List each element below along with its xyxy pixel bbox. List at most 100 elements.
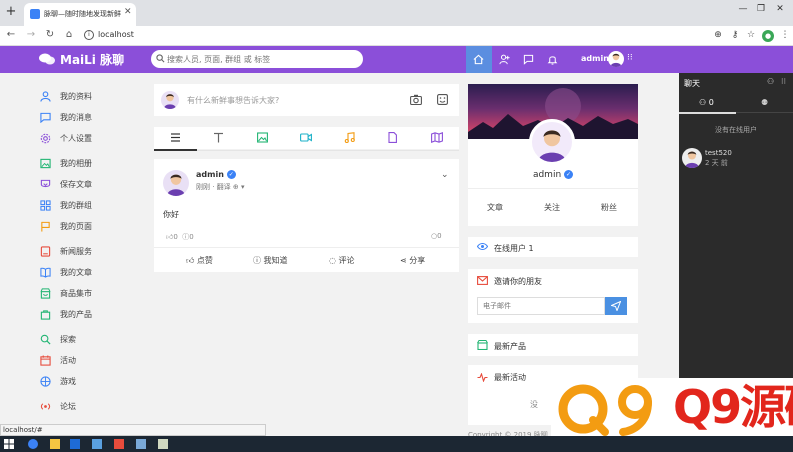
- tab-image[interactable]: [241, 127, 284, 149]
- sidebar-item-games[interactable]: 游戏: [40, 375, 140, 389]
- broadcast-icon: [40, 403, 51, 410]
- windows-start-icon[interactable]: [4, 439, 14, 449]
- chat-user-time: 2 天 前: [705, 159, 728, 167]
- sidebar-item-articles[interactable]: 我的文章: [40, 266, 140, 280]
- location-icon[interactable]: ⊕: [712, 30, 724, 42]
- sidebar-item-news[interactable]: 新闻服务: [40, 245, 140, 259]
- home-icon[interactable]: ⌂: [62, 29, 76, 40]
- menu-icon[interactable]: ⋮: [779, 30, 791, 42]
- extension-icon[interactable]: ●: [762, 30, 774, 42]
- tab-map[interactable]: [415, 127, 458, 149]
- info-icon[interactable]: i: [84, 30, 94, 40]
- nav-avatar[interactable]: [608, 51, 624, 67]
- invite-email-input[interactable]: [477, 297, 605, 315]
- chat-user-name[interactable]: test520: [705, 149, 732, 157]
- close-tab-icon[interactable]: ✕: [124, 7, 132, 17]
- camera-icon[interactable]: [410, 94, 422, 105]
- taskbar-ie-icon[interactable]: [28, 439, 38, 449]
- image-icon: [257, 132, 268, 143]
- avatar[interactable]: [163, 170, 189, 196]
- sidebar-item-groups[interactable]: 我的群组: [40, 199, 140, 213]
- bookmark-icon: [40, 179, 51, 188]
- search-input[interactable]: [167, 52, 357, 66]
- tab-text-list[interactable]: [154, 127, 197, 149]
- followers-button[interactable]: 粉丝: [601, 202, 617, 213]
- browser-tab[interactable]: 脉聊—随时随地发现新鲜 ✕: [24, 3, 136, 26]
- online-users-title: 在线用户 1: [494, 244, 534, 253]
- sidebar-item-album[interactable]: 我的相册: [40, 157, 140, 171]
- chat-settings-icon[interactable]: ⁝⁝: [781, 77, 786, 86]
- sidebar-item-products[interactable]: 我的产品: [40, 308, 140, 322]
- taskbar-app-icon[interactable]: [70, 439, 80, 449]
- tab-group-users[interactable]: ⚉: [761, 98, 768, 107]
- sidebar-item-settings[interactable]: 个人设置: [40, 132, 140, 146]
- taskbar-app4-icon[interactable]: [136, 439, 146, 449]
- wonder-button[interactable]: ⓘ 我知道: [253, 255, 288, 266]
- sidebar-item-market[interactable]: 商品集市: [40, 287, 140, 301]
- articles-button[interactable]: 文章: [487, 202, 503, 213]
- thumb-up-icon: 👍︎: [186, 256, 195, 265]
- sidebar-item-explore[interactable]: 探索: [40, 333, 140, 347]
- sidebar-item-profile[interactable]: 我的资料: [40, 90, 140, 104]
- close-window-icon[interactable]: ✕: [772, 4, 788, 14]
- nav-messages-button[interactable]: [516, 46, 542, 73]
- tab-text[interactable]: [197, 127, 240, 149]
- add-user-icon: [499, 54, 510, 65]
- latest-products-card[interactable]: 最新产品: [468, 334, 638, 356]
- comment-button[interactable]: ◌ 评论: [329, 255, 355, 266]
- sidebar-item-pages[interactable]: 我的页面: [40, 220, 140, 234]
- sidebar-item-messages[interactable]: 我的消息: [40, 111, 140, 125]
- like-button[interactable]: 👍︎ 点赞: [186, 255, 213, 266]
- following-button[interactable]: 关注: [544, 202, 560, 213]
- nav-notifications-button[interactable]: [540, 46, 566, 73]
- search-box[interactable]: [151, 50, 363, 68]
- sidebar-item-forum[interactable]: 论坛: [40, 400, 140, 414]
- online-users-card[interactable]: 在线用户 1: [468, 237, 638, 257]
- list-icon: [171, 133, 180, 142]
- nav-friends-button[interactable]: [492, 46, 518, 73]
- composer-placeholder[interactable]: 有什么新鲜事想告诉大家?: [187, 95, 279, 106]
- profile-avatar[interactable]: [529, 119, 575, 165]
- store-icon: [40, 288, 51, 299]
- post-body: 你好: [163, 210, 179, 219]
- star-icon[interactable]: ☆: [745, 30, 757, 42]
- taskbar-app5-icon[interactable]: [158, 439, 168, 449]
- reload-icon[interactable]: ↻: [43, 29, 57, 40]
- search-icon: [156, 54, 165, 63]
- chat-user-avatar[interactable]: [682, 148, 702, 168]
- sidebar-item-saved[interactable]: 保存文章: [40, 178, 140, 192]
- taskbar-app3-icon[interactable]: [114, 439, 124, 449]
- new-tab-icon[interactable]: +: [4, 5, 18, 19]
- sidebar-item-events[interactable]: 活动: [40, 354, 140, 368]
- restore-icon[interactable]: ❐: [753, 4, 769, 14]
- key-icon[interactable]: ⚷: [729, 30, 741, 42]
- back-icon[interactable]: ←: [4, 29, 18, 40]
- gamepad-icon: [40, 376, 51, 387]
- pulse-icon: [477, 373, 488, 382]
- tab-music[interactable]: [328, 127, 371, 149]
- send-invite-button[interactable]: [605, 297, 627, 315]
- nav-home-button[interactable]: [466, 46, 492, 73]
- url-text[interactable]: localhost: [98, 30, 134, 39]
- chevron-down-icon[interactable]: ▾: [241, 183, 245, 191]
- post-author[interactable]: admin ✓: [196, 170, 236, 179]
- forward-icon[interactable]: →: [24, 29, 38, 40]
- share-button[interactable]: ⋖ 分享: [400, 255, 425, 266]
- events-empty-text: 没: [530, 400, 538, 409]
- taskbar-folder-icon[interactable]: [50, 439, 60, 449]
- taskbar-app2-icon[interactable]: [92, 439, 102, 449]
- post-composer[interactable]: 有什么新鲜事想告诉大家?: [154, 84, 459, 116]
- tab-file[interactable]: [371, 127, 414, 149]
- sticker-icon[interactable]: [437, 94, 448, 105]
- taskbar: [0, 436, 793, 452]
- avatar-icon: [685, 151, 699, 168]
- post-options-icon[interactable]: ⌄: [441, 170, 449, 180]
- tab-video[interactable]: [284, 127, 327, 149]
- nav-more-icon[interactable]: ⁝⁝: [627, 53, 633, 63]
- profile-name[interactable]: admin ✓: [468, 170, 638, 180]
- brand-name[interactable]: MaiLi 脉聊: [60, 51, 124, 68]
- nav-username[interactable]: admin: [581, 54, 609, 63]
- tab-online-users[interactable]: ⚇ 0: [699, 98, 714, 107]
- minimize-icon[interactable]: —: [735, 4, 751, 14]
- chat-add-user-icon[interactable]: ⚇: [767, 77, 774, 86]
